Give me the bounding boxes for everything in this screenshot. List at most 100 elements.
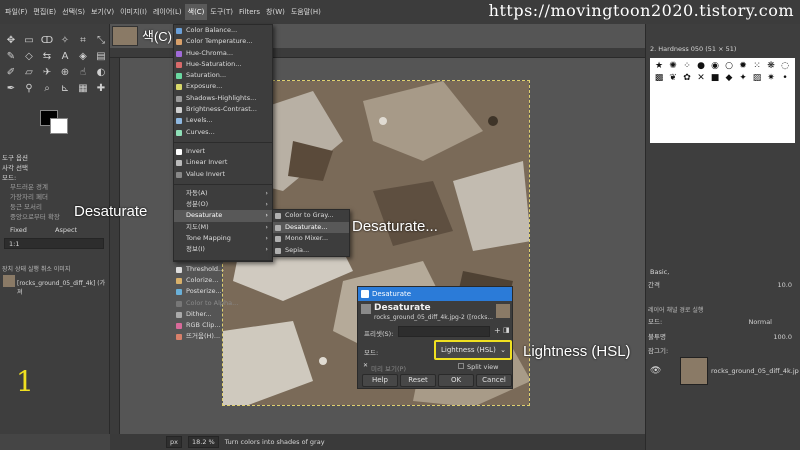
crop-tool-icon[interactable]: ⌗ bbox=[76, 34, 90, 48]
colors-menu-item[interactable]: Threshold... bbox=[174, 264, 272, 275]
aspect-dropdown[interactable]: Aspect bbox=[55, 226, 77, 234]
colors-menu-item[interactable]: Levels... bbox=[174, 115, 272, 126]
warp-tool-icon[interactable]: ✎ bbox=[4, 50, 18, 64]
menu-windows[interactable]: 창(W) bbox=[263, 4, 288, 20]
colors-menu-item[interactable]: Hue-Saturation... bbox=[174, 59, 272, 70]
colors-menu-item[interactable]: Color Temperature... bbox=[174, 36, 272, 47]
brush-leaf-icon[interactable]: ❦ bbox=[666, 72, 680, 84]
colors-menu-item[interactable]: Saturation... bbox=[174, 70, 272, 81]
colors-menu-item[interactable]: Invert bbox=[174, 146, 272, 157]
brush-spray-icon[interactable]: ❋ bbox=[764, 60, 778, 72]
brush-sparkle-icon[interactable]: ✦ bbox=[736, 72, 750, 84]
desaturate-submenu-item[interactable]: Sepia... bbox=[273, 245, 349, 257]
mode-dropdown[interactable]: Lightness (HSL) ⌄ bbox=[434, 340, 512, 360]
opacity-value[interactable]: 100.0 bbox=[773, 331, 792, 343]
menu-help[interactable]: 도움말(H) bbox=[288, 4, 324, 20]
path-tool-icon[interactable]: ✒ bbox=[4, 82, 18, 96]
desaturate-submenu-item[interactable]: Desaturate... bbox=[273, 221, 349, 233]
ratio-input[interactable]: 1:1 bbox=[4, 238, 104, 249]
cancel-button[interactable]: Cancel bbox=[476, 374, 512, 387]
image-list-item[interactable]: [rocks_ground_05_diff_4k] (가져 bbox=[17, 278, 109, 296]
lasso-tool-icon[interactable]: ↀ bbox=[40, 34, 54, 48]
layer-mode-value[interactable]: Normal bbox=[748, 316, 772, 328]
option-rounded[interactable]: 둥근 모서리 bbox=[10, 201, 42, 211]
background-color-swatch[interactable] bbox=[50, 118, 68, 134]
menu-tools[interactable]: 도구(T) bbox=[207, 4, 236, 20]
brush-star-icon[interactable]: ★ bbox=[652, 60, 666, 72]
menu-file[interactable]: 파일(F) bbox=[2, 4, 30, 20]
presets-add-icon[interactable]: + bbox=[494, 326, 501, 335]
colors-menu-item[interactable]: Dither... bbox=[174, 309, 272, 320]
colors-menu-item[interactable]: Colorize... bbox=[174, 275, 272, 286]
layers-tabs[interactable]: 레이어 채널 경로 실행 bbox=[648, 305, 703, 314]
ok-button[interactable]: OK bbox=[438, 374, 474, 387]
colors-menu-item[interactable]: 정보(I) › bbox=[174, 244, 272, 255]
colors-menu-item[interactable]: Color Balance... bbox=[174, 25, 272, 36]
colors-menu-item[interactable]: 지도(M) › bbox=[174, 222, 272, 233]
menu-layer[interactable]: 레이어(L) bbox=[150, 4, 185, 20]
brush-blot-icon[interactable]: ✹ bbox=[736, 60, 750, 72]
colors-menu-item[interactable]: Shadows-Highlights... bbox=[174, 93, 272, 104]
gradient-tool-icon[interactable]: ▤ bbox=[94, 50, 108, 64]
colors-menu-item[interactable]: Brightness-Contrast... bbox=[174, 104, 272, 115]
smudge-tool-icon[interactable]: ☝ bbox=[76, 66, 90, 80]
preview-checkbox[interactable]: ✕ bbox=[363, 362, 368, 369]
brush-hatch-icon[interactable]: ▨ bbox=[750, 72, 764, 84]
measure-tool-icon[interactable]: ⊾ bbox=[58, 82, 72, 96]
menu-edit[interactable]: 편집(E) bbox=[30, 4, 59, 20]
unit-selector[interactable]: px bbox=[166, 436, 182, 448]
rect-select-tool-icon[interactable]: ▭ bbox=[22, 34, 36, 48]
heal-tool-icon[interactable]: ✚ bbox=[94, 82, 108, 96]
brush-splatter-icon[interactable]: ✺ bbox=[666, 60, 680, 72]
flip-tool-icon[interactable]: ⇆ bbox=[40, 50, 54, 64]
menu-view[interactable]: 보기(V) bbox=[88, 4, 117, 20]
layer-mode-row[interactable]: 모드: Normal bbox=[648, 316, 798, 328]
menu-image[interactable]: 이미지(I) bbox=[117, 4, 150, 20]
colors-menu-item[interactable]: Exposure... bbox=[174, 81, 272, 92]
help-button[interactable]: Help bbox=[362, 374, 398, 387]
transform-tool-icon[interactable]: ⤡ bbox=[94, 34, 108, 48]
brush-tool-icon[interactable]: ✐ bbox=[4, 66, 18, 80]
dock-tabs[interactable]: 장치 상태 실행 취소 이미지 bbox=[2, 264, 70, 273]
colors-menu-item[interactable]: Tone Mapping › bbox=[174, 233, 272, 244]
spacing-row[interactable]: 간격 10.0 bbox=[648, 279, 798, 291]
colors-menu-item[interactable]: Value Invert bbox=[174, 169, 272, 180]
reset-button[interactable]: Reset bbox=[400, 374, 436, 387]
move-tool-icon[interactable]: ✥ bbox=[4, 34, 18, 48]
text-tool-icon[interactable]: A bbox=[58, 50, 72, 64]
zoom-selector[interactable]: 18.2 % bbox=[187, 436, 219, 448]
fuzzy-select-tool-icon[interactable]: ✧ bbox=[58, 34, 72, 48]
airbrush-tool-icon[interactable]: ✈ bbox=[40, 66, 54, 80]
brush-burst-icon[interactable]: ✷ bbox=[764, 72, 778, 84]
menu-colors[interactable]: 색(C) bbox=[184, 4, 208, 20]
layer-name[interactable]: rocks_ground_05_diff_4k.jp bbox=[711, 367, 799, 375]
brush-cross-icon[interactable]: ✕ bbox=[694, 72, 708, 84]
split-view-checkbox[interactable] bbox=[458, 363, 464, 369]
brush-circle-icon[interactable]: ● bbox=[694, 60, 708, 72]
brush-square-icon[interactable]: ■ bbox=[708, 72, 722, 84]
brush-ring-icon[interactable]: ○ bbox=[722, 60, 736, 72]
color-picker-tool-icon[interactable]: ⚲ bbox=[22, 82, 36, 96]
colors-menu-item[interactable]: Hue-Chroma... bbox=[174, 48, 272, 59]
brush-texture-icon[interactable]: ▩ bbox=[652, 72, 666, 84]
option-antialias[interactable]: 부드러운 경계 bbox=[10, 181, 48, 191]
align-tool-icon[interactable]: ▦ bbox=[76, 82, 90, 96]
presets-dropdown[interactable] bbox=[398, 326, 490, 337]
option-expand-center[interactable]: 중앙으로부터 확장 bbox=[10, 211, 60, 221]
colors-menu-item[interactable]: Color to Alpha... bbox=[174, 298, 272, 309]
layer-thumbnail[interactable] bbox=[680, 357, 708, 385]
dodge-tool-icon[interactable]: ◐ bbox=[94, 66, 108, 80]
dialog-titlebar[interactable]: Desaturate bbox=[358, 287, 512, 301]
brush-flower-icon[interactable]: ✿ bbox=[680, 72, 694, 84]
opacity-row[interactable]: 불투명 100.0 bbox=[648, 331, 798, 343]
colors-menu-item[interactable]: 자동(A) › bbox=[174, 188, 272, 199]
brush-diamond-icon[interactable]: ◆ bbox=[722, 72, 736, 84]
layer-visibility-eye-icon[interactable]: 👁 bbox=[650, 366, 661, 376]
colors-menu-item[interactable]: Desaturate › bbox=[174, 210, 272, 222]
clone-tool-icon[interactable]: ⊕ bbox=[58, 66, 72, 80]
brush-preset-name[interactable]: Basic, bbox=[650, 268, 669, 276]
menu-select[interactable]: 선택(S) bbox=[59, 4, 88, 20]
brush-soft-icon[interactable]: ◉ bbox=[708, 60, 722, 72]
colors-menu-item[interactable]: Posterize... bbox=[174, 286, 272, 297]
colors-menu-item[interactable]: 성분(O) › bbox=[174, 199, 272, 210]
